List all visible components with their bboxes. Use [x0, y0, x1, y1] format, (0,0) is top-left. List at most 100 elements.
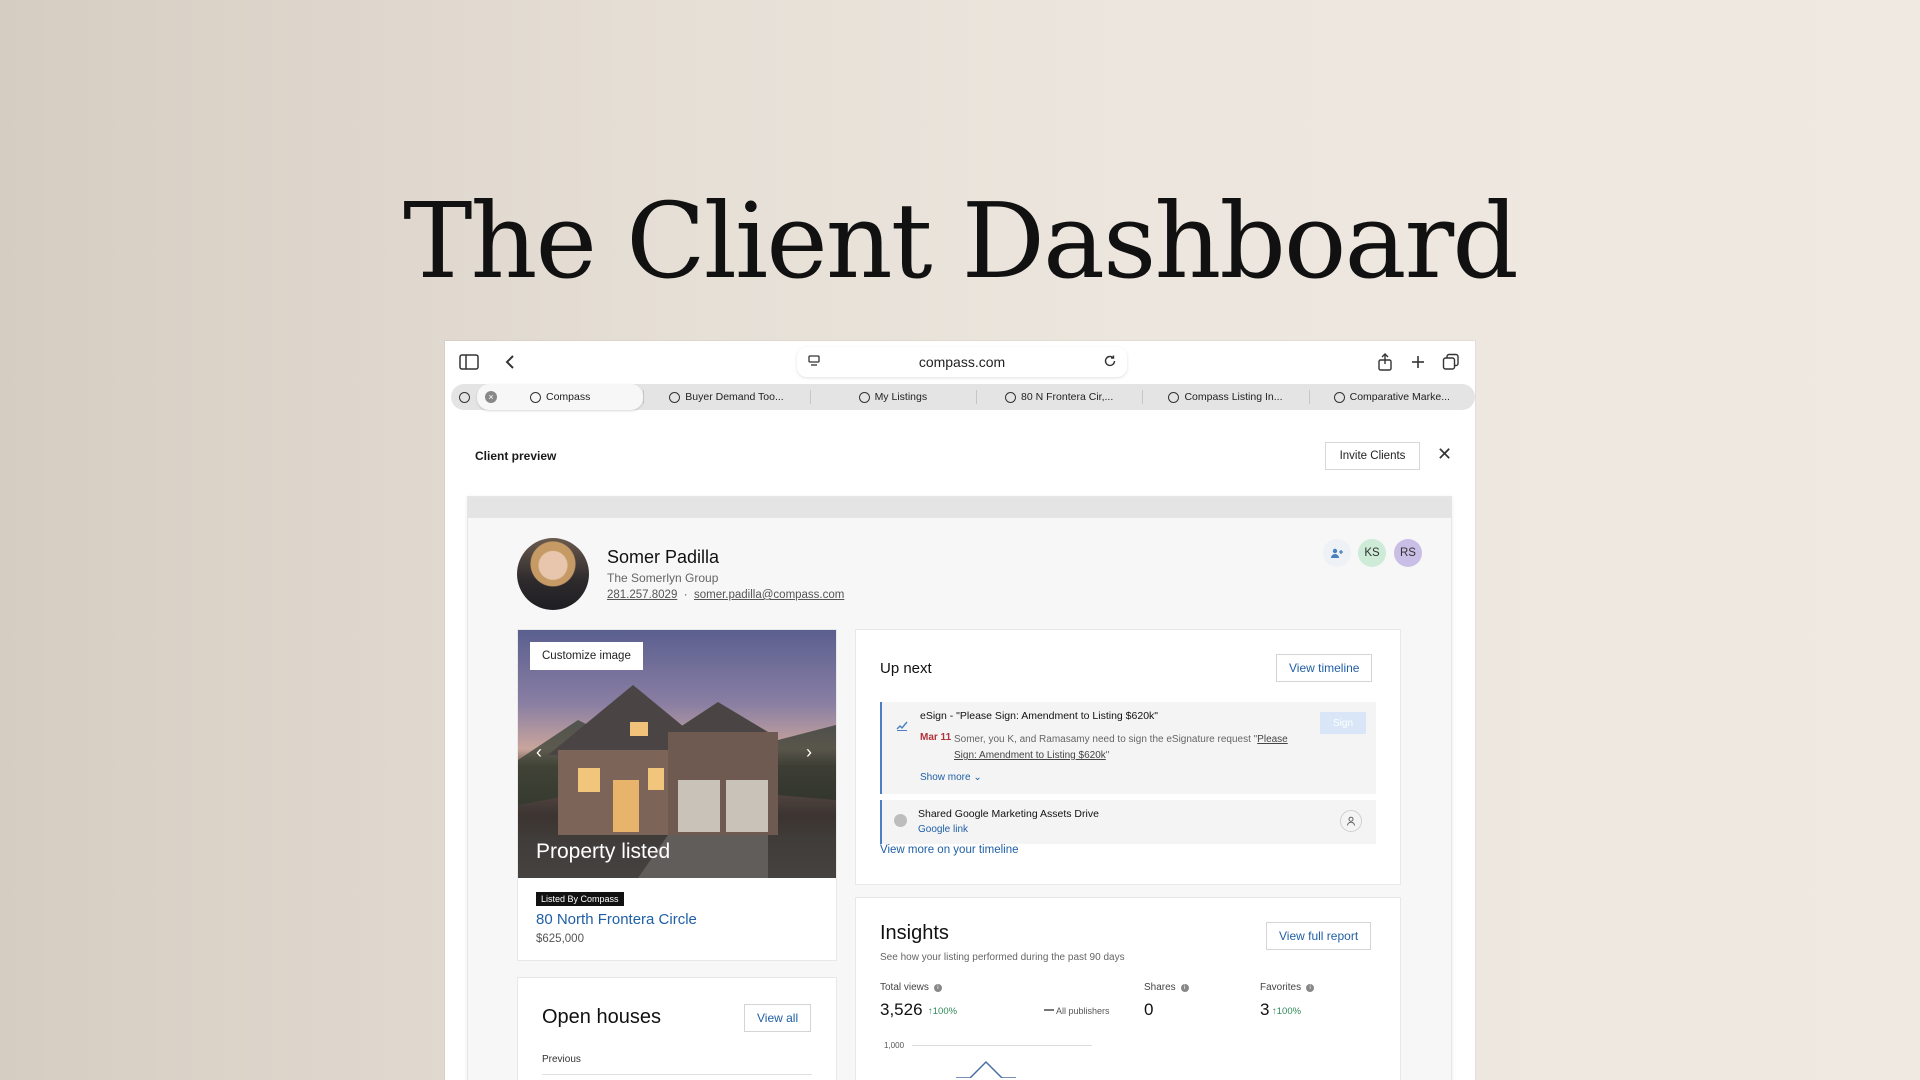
- compass-icon: [1333, 391, 1345, 403]
- listing-card: Customize image ‹ › Property listed List…: [517, 629, 837, 961]
- agent-group: The Somerlyn Group: [607, 571, 719, 585]
- esign-icon: [896, 718, 908, 736]
- pinned-tab[interactable]: [451, 384, 477, 410]
- metric-label: Shares: [1144, 982, 1176, 993]
- show-more-link[interactable]: Show more ⌄: [920, 772, 982, 783]
- tab-bar: × Compass Buyer Demand Too... My Listing…: [451, 384, 1475, 410]
- chart-gridline: [912, 1045, 1092, 1046]
- photo-prev-arrow[interactable]: ‹: [536, 742, 542, 763]
- chevron-down-icon: ⌄: [973, 772, 982, 783]
- agent-contact: 281.257.8029 · somer.padilla@compass.com: [607, 589, 844, 601]
- tab-comparative-market[interactable]: Comparative Marke...: [1308, 384, 1475, 410]
- sidebar-toggle-icon[interactable]: [459, 352, 479, 372]
- task-esign: eSign - "Please Sign: Amendment to Listi…: [880, 702, 1376, 794]
- view-all-button[interactable]: View all: [744, 1004, 812, 1032]
- tab-overview-icon[interactable]: [1441, 352, 1461, 372]
- listed-by-badge: Listed By Compass: [536, 892, 624, 906]
- previous-label: Previous: [542, 1054, 581, 1065]
- open-houses-card: Open houses View all Previous: [517, 977, 837, 1080]
- tab-label: Compass Listing In...: [1184, 391, 1283, 403]
- up-next-card: Up next View timeline eSign - "Please Si…: [855, 629, 1401, 885]
- back-icon[interactable]: [500, 352, 520, 372]
- listing-address-link[interactable]: 80 North Frontera Circle: [536, 911, 697, 928]
- task-google-drive: Shared Google Marketing Assets Drive Goo…: [880, 800, 1376, 844]
- add-collaborator-icon[interactable]: [1323, 539, 1351, 567]
- insights-card: Insights See how your listing performed …: [855, 897, 1401, 1080]
- photo-next-arrow[interactable]: ›: [806, 742, 812, 763]
- url-text: compass.com: [918, 354, 1006, 370]
- task-body-text: Somer, you K, and Ramasamy need to sign …: [954, 734, 1258, 745]
- client-dashboard-frame: Somer Padilla The Somerlyn Group 281.257…: [467, 496, 1452, 1080]
- tab-frontera[interactable]: 80 N Frontera Cir,...: [975, 384, 1142, 410]
- collaborator-avatar-ks[interactable]: KS: [1358, 539, 1386, 567]
- task-body: Somer, you K, and Ramasamy need to sign …: [954, 732, 1309, 764]
- compass-icon: [529, 391, 541, 403]
- tab-label: 80 N Frontera Cir,...: [1021, 391, 1114, 403]
- sign-button[interactable]: Sign: [1320, 712, 1366, 734]
- metric-label: Total views: [880, 982, 929, 993]
- favorites-value: 3: [1260, 1000, 1270, 1019]
- info-icon[interactable]: i: [1306, 984, 1315, 992]
- tab-label: My Listings: [874, 391, 928, 403]
- page-menu-icon[interactable]: [807, 354, 821, 371]
- listing-price: $625,000: [536, 933, 584, 945]
- insights-subtitle: See how your listing performed during th…: [880, 952, 1125, 963]
- agent-phone-link[interactable]: 281.257.8029: [607, 589, 677, 601]
- listing-photo: Customize image ‹ › Property listed: [518, 630, 836, 878]
- google-link[interactable]: Google link: [918, 824, 968, 835]
- compass-icon: [669, 391, 681, 403]
- total-views-change: ↑100%: [928, 1006, 958, 1017]
- tab-label: Buyer Demand Too...: [685, 391, 784, 403]
- client-preview-title: Client preview: [475, 449, 557, 463]
- tab-buyer-demand[interactable]: Buyer Demand Too...: [643, 384, 809, 410]
- up-next-title: Up next: [880, 660, 932, 677]
- tab-listing-insights[interactable]: Compass Listing In...: [1142, 384, 1308, 410]
- browser-window: compass.com × Compass Buyer Demand Too..…: [445, 341, 1475, 1080]
- compass-icon: [858, 391, 870, 403]
- info-icon[interactable]: i: [933, 984, 942, 992]
- agent-name: Somer Padilla: [607, 547, 720, 567]
- shares-label: Shares i: [1144, 982, 1189, 993]
- agent-avatar: [517, 538, 589, 610]
- view-timeline-button[interactable]: View timeline: [1276, 654, 1373, 682]
- info-icon[interactable]: i: [1180, 984, 1189, 992]
- tab-label: Compass: [545, 391, 591, 403]
- favorites-change: ↑100%: [1272, 1006, 1302, 1017]
- hero-title: The Client Dashboard: [403, 180, 1519, 302]
- assignee-icon[interactable]: [1340, 810, 1362, 832]
- photo-caption: Property listed: [536, 840, 671, 863]
- divider: [542, 1074, 812, 1075]
- check-circle-icon: [894, 814, 907, 827]
- task-title: eSign - "Please Sign: Amendment to Listi…: [920, 710, 1159, 722]
- close-tab-icon[interactable]: ×: [485, 391, 497, 403]
- favorites-label: Favorites i: [1260, 982, 1315, 993]
- insights-title: Insights: [880, 922, 949, 944]
- tab-compass[interactable]: × Compass: [477, 384, 644, 410]
- contact-separator: ·: [683, 589, 688, 601]
- legend-label: All publishers: [1056, 1006, 1110, 1016]
- collaborator-avatar-rs[interactable]: RS: [1394, 539, 1422, 567]
- agent-email-link[interactable]: somer.padilla@compass.com: [694, 589, 844, 601]
- share-icon[interactable]: [1375, 352, 1395, 372]
- tab-my-listings[interactable]: My Listings: [809, 384, 976, 410]
- view-more-timeline-link[interactable]: View more on your timeline: [880, 844, 1019, 856]
- open-houses-title: Open houses: [542, 1006, 661, 1028]
- shares-value: 0: [1144, 1000, 1154, 1019]
- new-tab-icon[interactable]: [1408, 352, 1428, 372]
- task-date: Mar 11: [920, 732, 952, 743]
- task-title: Shared Google Marketing Assets Drive: [918, 808, 1099, 820]
- close-icon[interactable]: ✕: [1437, 444, 1452, 465]
- metric-label: Favorites: [1260, 982, 1302, 993]
- customize-image-button[interactable]: Customize image: [530, 642, 643, 670]
- reload-icon[interactable]: [1103, 354, 1117, 371]
- invite-clients-button[interactable]: Invite Clients: [1325, 442, 1420, 470]
- total-views-label: Total views i: [880, 982, 942, 993]
- tab-label: Comparative Marke...: [1349, 391, 1450, 403]
- address-bar[interactable]: compass.com: [797, 347, 1127, 377]
- chart-axis-label: 1,000: [884, 1041, 905, 1050]
- frame-header-bar: [468, 497, 1451, 518]
- compass-icon: [1005, 391, 1017, 403]
- chart-legend: All publishers: [1044, 1006, 1110, 1016]
- compass-icon: [458, 391, 470, 403]
- view-full-report-button[interactable]: View full report: [1266, 922, 1372, 950]
